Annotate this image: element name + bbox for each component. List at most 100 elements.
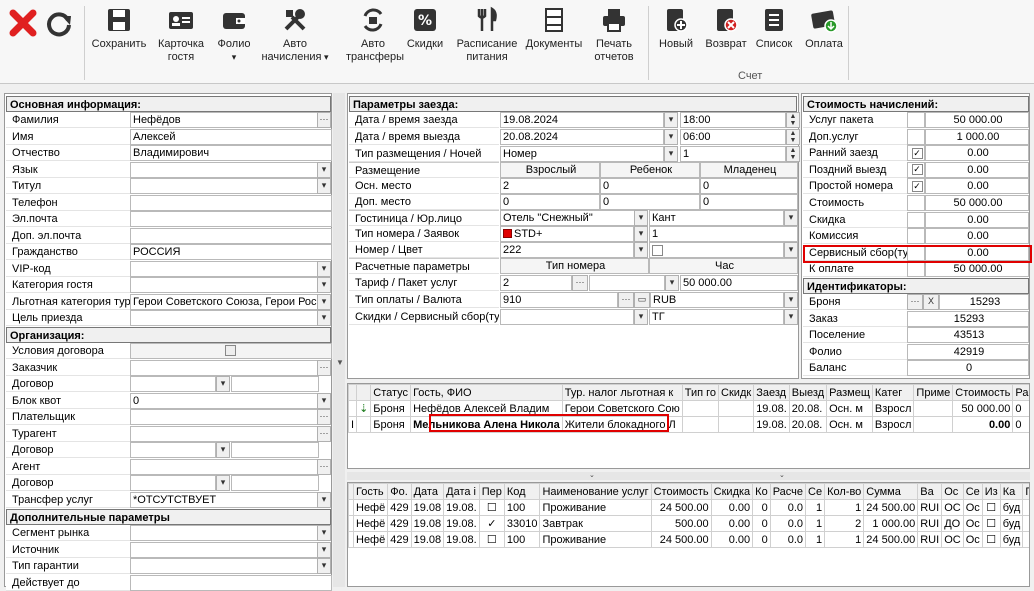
room-type-field[interactable]: STD+ [500, 226, 634, 242]
services-column-header[interactable]: Ко [752, 483, 771, 500]
guests-column-header[interactable]: Заезд [753, 384, 790, 401]
field-input[interactable] [130, 425, 318, 442]
toolbar-button-3[interactable]: Авто начисления ▾ [260, 4, 330, 64]
service-row[interactable]: Нефё 429 19.08 19.08. ☐ 100 Проживание 24 500.0… [348, 531, 1029, 548]
nights-spinner[interactable]: ▲ ▼ [786, 146, 800, 162]
field-input[interactable] [130, 458, 318, 475]
extra-child-field[interactable]: 0 [600, 194, 700, 210]
service-fee-dropdown[interactable]: ▾ [784, 309, 798, 325]
service-cell[interactable]: ☐ [478, 499, 505, 516]
package-dropdown[interactable]: ▾ [665, 275, 679, 291]
toolbar-button-9[interactable]: Новый [656, 4, 696, 51]
dropdown-button[interactable]: ▾ [216, 475, 230, 491]
discount-dropdown[interactable]: ▾ [634, 309, 648, 325]
field-input[interactable] [130, 558, 318, 574]
room-color-dropdown[interactable]: ▾ [784, 242, 798, 258]
toolbar-button-6[interactable]: Расписание питания [454, 4, 520, 64]
services-column-header[interactable]: Се [805, 483, 826, 500]
services-column-header[interactable]: Расче [769, 483, 807, 500]
main-infant-field[interactable]: 0 [700, 178, 798, 194]
guests-column-header[interactable]: Скидк [718, 384, 755, 401]
room-number-dropdown[interactable]: ▾ [634, 242, 648, 258]
service-cell[interactable]: ☐ [981, 499, 1001, 516]
services-column-header[interactable]: Наименование услуг [539, 483, 652, 500]
services-column-header[interactable]: Стоимость [650, 483, 712, 500]
guests-column-header[interactable]: Выезд [788, 384, 828, 401]
field-input[interactable]: РОССИЯ [130, 244, 332, 260]
accom-type-select[interactable]: Номер [500, 146, 664, 162]
hotel-field[interactable]: Отель "Снежный" [500, 210, 640, 226]
browse-button[interactable]: ··· [317, 409, 331, 425]
toolbar-button-2[interactable]: Фолио ▾ [212, 4, 256, 64]
depart-date-dropdown[interactable]: ▾ [664, 129, 678, 145]
services-column-header[interactable]: Кол-во [824, 483, 865, 500]
field-input-secondary[interactable] [231, 475, 319, 491]
services-column-header[interactable]: Фо. [387, 483, 412, 500]
arrive-date-field[interactable]: 19.08.2024 [500, 112, 664, 128]
field-input[interactable] [130, 178, 318, 194]
dropdown-button[interactable]: ▾ [317, 392, 331, 409]
dropdown-button[interactable]: ▾ [317, 541, 331, 558]
dropdown-button[interactable]: ▾ [317, 491, 331, 508]
services-column-header[interactable]: Скидка [710, 483, 754, 500]
currency-dropdown[interactable]: ▾ [784, 292, 798, 308]
field-input[interactable]: Владимирович [130, 145, 332, 161]
browse-button[interactable]: ··· [317, 359, 331, 376]
guests-column-header[interactable] [348, 384, 358, 401]
services-column-header[interactable]: Гость [352, 483, 389, 500]
room-color-field[interactable] [649, 242, 784, 258]
guests-column-header[interactable]: Размещ [826, 384, 873, 401]
services-column-header[interactable]: Дата і [443, 483, 480, 500]
guests-column-header[interactable]: Приме [913, 384, 954, 401]
service-row[interactable]: Нефё 429 19.08 19.08. ☐ 100 Проживание 24 500.0… [348, 499, 1029, 516]
guests-column-header[interactable] [356, 384, 372, 401]
field-input-secondary[interactable] [231, 442, 319, 458]
dropdown-button[interactable]: ▾ [317, 161, 331, 178]
service-cell[interactable]: ☐ [981, 531, 1001, 548]
service-fee-field[interactable]: ТГ [649, 309, 784, 325]
service-row[interactable]: Нефё 429 19.08 19.08. ✓ 33010 Завтрак 500.00 0.0… [348, 515, 1029, 532]
depart-time-spinner[interactable]: ▲ ▼ [786, 129, 800, 145]
payment-browse-button[interactable]: ··· [618, 292, 634, 308]
dropdown-button[interactable]: ▾ [317, 558, 331, 574]
package-field[interactable] [589, 275, 665, 291]
horizontal-splitter[interactable]: ⌄ ⌄ [347, 472, 1030, 480]
field-input[interactable] [130, 260, 318, 277]
toolbar-button-7[interactable]: Документы [524, 4, 584, 51]
left-splitter[interactable] [333, 93, 345, 587]
services-column-header[interactable]: Сумма [863, 483, 919, 500]
field-input[interactable]: 0 [130, 392, 318, 409]
services-column-header[interactable]: Из [981, 483, 1001, 500]
depart-date-field[interactable]: 20.08.2024 [500, 129, 664, 145]
services-column-header[interactable]: Код [503, 483, 541, 500]
field-input[interactable] [130, 525, 318, 541]
field-input[interactable]: Алексей [130, 128, 332, 145]
requests-field[interactable]: 1 [649, 226, 798, 242]
field-input-secondary[interactable] [231, 376, 319, 392]
field-input[interactable] [130, 359, 318, 376]
guests-column-header[interactable]: Расчет [1012, 384, 1029, 401]
cost-checkbox[interactable]: ✓ [907, 161, 925, 178]
field-input[interactable] [130, 277, 318, 293]
dropdown-button[interactable]: ▾ [317, 293, 331, 310]
checkbox[interactable] [225, 345, 236, 356]
toolbar-button-12[interactable]: Оплата [804, 4, 844, 51]
nights-field[interactable]: 1 [680, 146, 786, 162]
services-column-header[interactable]: Ка [999, 483, 1024, 500]
field-input[interactable] [130, 227, 332, 244]
field-input[interactable] [130, 376, 216, 392]
arrive-time-field[interactable]: 18:00 [680, 112, 786, 128]
toolbar-button-10[interactable]: Возврат [704, 4, 748, 51]
field-input[interactable]: *ОТСУТСТВУЕТ [130, 491, 318, 508]
tariff-field[interactable]: 2 [500, 275, 572, 291]
hotel-dropdown[interactable]: ▾ [634, 210, 648, 226]
guests-column-header[interactable]: Стоимость [952, 384, 1014, 401]
dropdown-button[interactable]: ▾ [317, 260, 331, 277]
browse-button[interactable]: ··· [317, 425, 331, 442]
guests-column-header[interactable]: Гость, ФИО [410, 384, 563, 401]
extra-adult-field[interactable]: 0 [500, 194, 600, 210]
services-column-header[interactable]: Ва [917, 483, 943, 500]
tariff-browse-button[interactable]: ··· [572, 275, 588, 291]
close-icon[interactable] [8, 8, 38, 38]
room-number-field[interactable]: 222 [500, 242, 634, 258]
